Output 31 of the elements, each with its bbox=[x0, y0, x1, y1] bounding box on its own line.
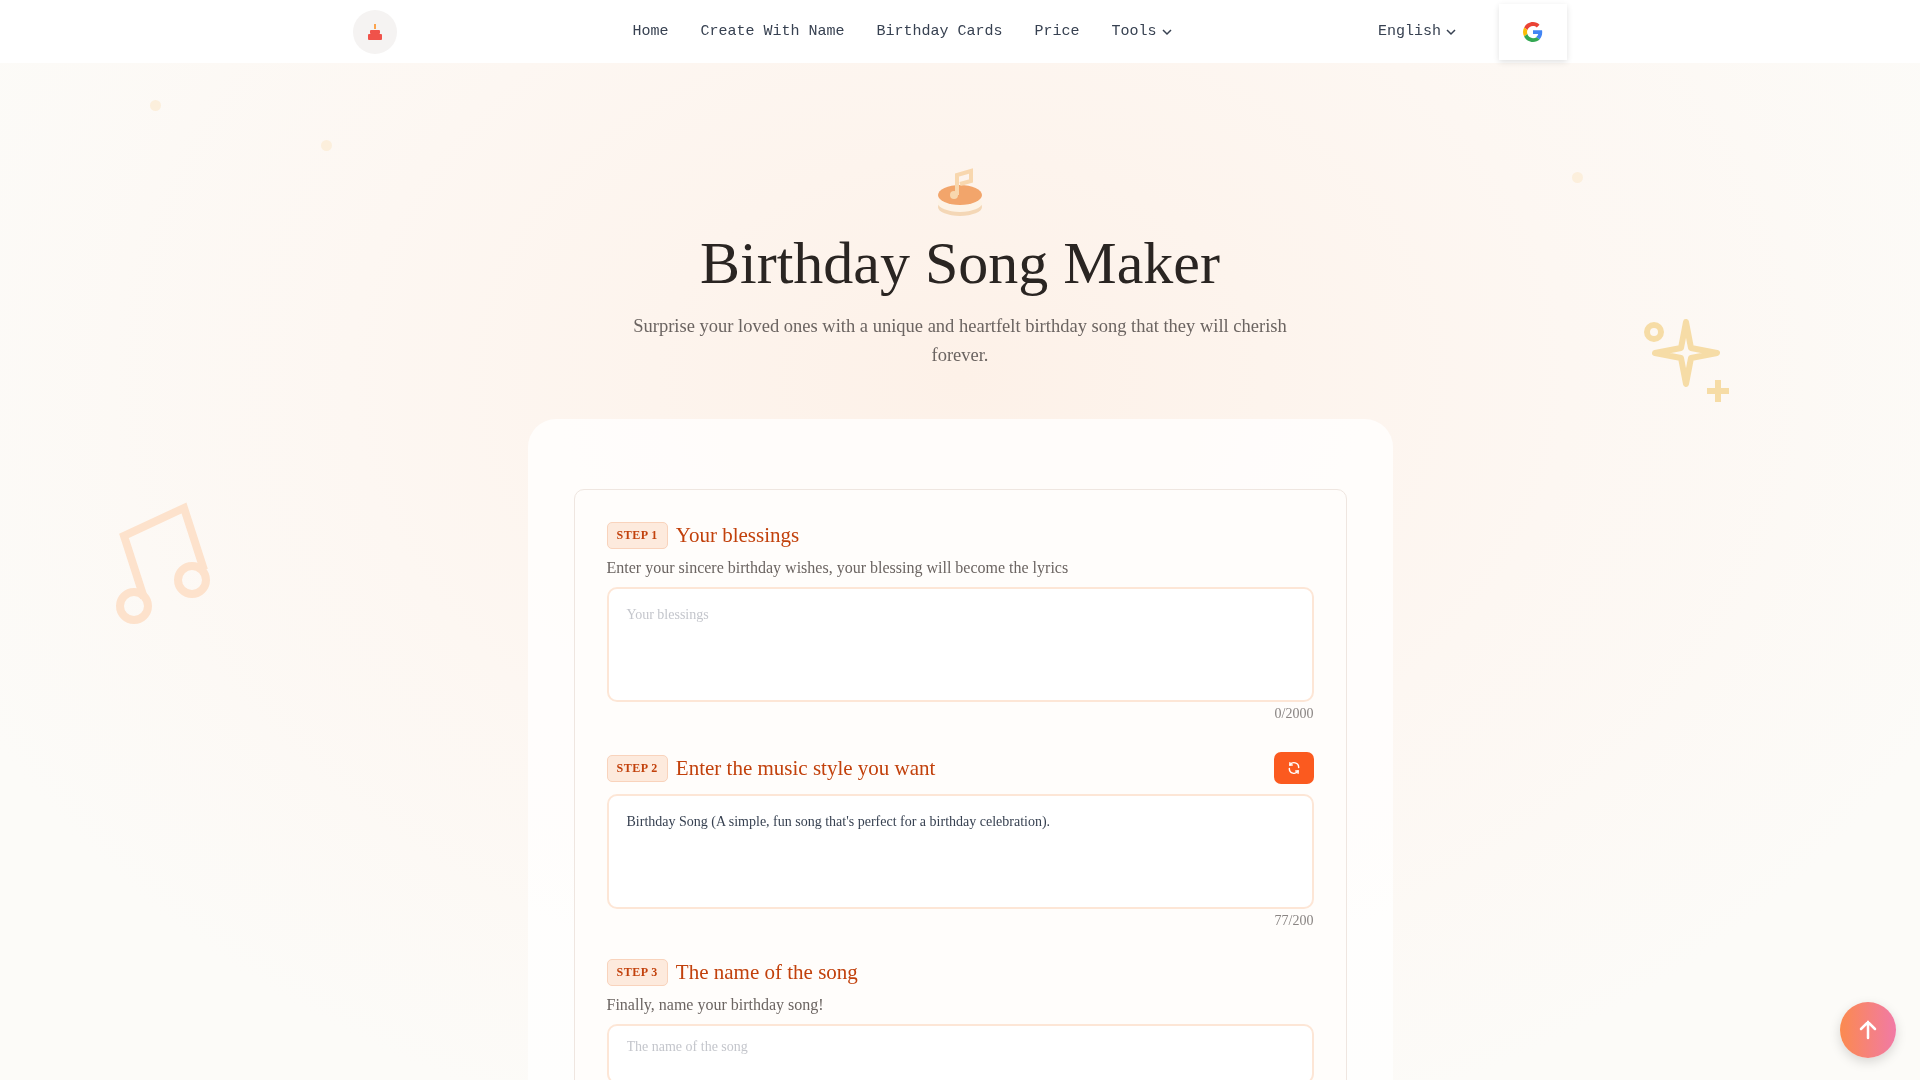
refresh-icon bbox=[1286, 761, 1301, 775]
cake-icon bbox=[366, 22, 384, 41]
refresh-button[interactable] bbox=[1273, 752, 1314, 784]
dot-decoration bbox=[150, 100, 161, 111]
text-area[interactable]: Birthday Song (A simple, fun song that's perfect for a birthday celebration). bbox=[606, 794, 1314, 909]
page-subtitle: Surprise your loved ones with a unique and heartfelt birthday song that they will cherish forever. bbox=[632, 315, 1288, 367]
google-icon bbox=[1523, 21, 1543, 42]
step-badge: STEP 2 bbox=[606, 754, 668, 782]
step-title: The name of the song bbox=[675, 960, 859, 985]
nav-link[interactable]: Birthday Cards bbox=[876, 23, 1003, 40]
step-description: Finally, name your birthday song! bbox=[606, 996, 825, 1014]
language-selector[interactable]: English bbox=[1372, 22, 1463, 41]
dot-decoration bbox=[321, 140, 332, 151]
nav-link[interactable]: Home bbox=[632, 23, 669, 40]
step-title: Enter the music style you want bbox=[675, 755, 937, 781]
step-badge: STEP 3 bbox=[606, 959, 668, 986]
character-counter: 77/200 bbox=[1273, 913, 1314, 929]
step-description: Enter your sincere birthday wishes, your blessing will become the lyrics bbox=[606, 559, 1070, 577]
text-area[interactable]: Your blessings bbox=[606, 587, 1314, 702]
music-cake-drawing bbox=[935, 167, 985, 219]
step-badge: STEP 1 bbox=[606, 522, 668, 549]
google-sign-in-button[interactable] bbox=[1499, 3, 1567, 60]
step-title: Your blessings bbox=[675, 523, 801, 548]
nav-link[interactable]: Price bbox=[1034, 23, 1080, 40]
page-title: Birthday Song Maker bbox=[700, 229, 1220, 298]
nav-dropdown[interactable]: Tools bbox=[1111, 23, 1173, 40]
input-field[interactable]: The name of the song bbox=[606, 1024, 1314, 1080]
logo[interactable] bbox=[353, 9, 397, 54]
scroll-to-top-button[interactable] bbox=[1840, 1002, 1896, 1058]
nav-link[interactable]: Create With Name bbox=[700, 23, 845, 40]
character-counter: 0/2000 bbox=[1273, 706, 1314, 722]
